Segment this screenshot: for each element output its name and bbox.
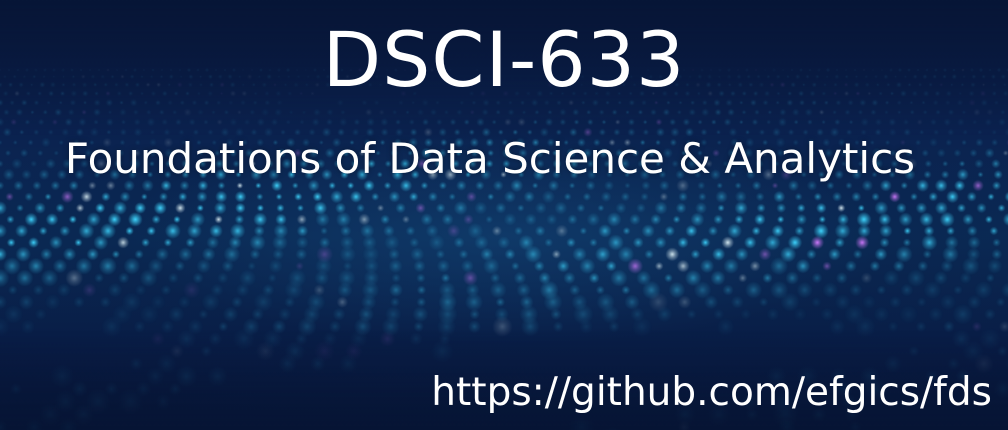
course-code-title: DSCI-633 (322, 15, 686, 104)
course-banner: DSCI-633 Foundations of Data Science & A… (0, 0, 1008, 430)
repository-url: https://github.com/efgics/fds (431, 370, 992, 415)
course-subtitle: Foundations of Data Science & Analytics (64, 134, 916, 183)
